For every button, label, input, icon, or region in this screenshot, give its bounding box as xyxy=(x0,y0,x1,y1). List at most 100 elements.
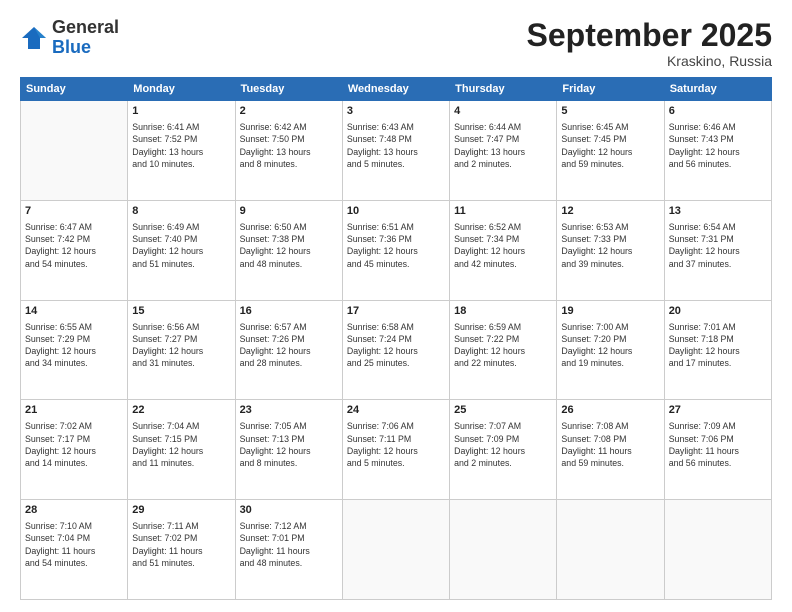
calendar-cell: 28Sunrise: 7:10 AM Sunset: 7:04 PM Dayli… xyxy=(21,500,128,600)
logo-blue-text: Blue xyxy=(52,37,91,57)
calendar-cell: 17 Sunrise: 6:58 AM Sunset: 7:24 PM Dayli… xyxy=(342,300,449,400)
calendar-cell xyxy=(450,500,557,600)
day-number: 22 xyxy=(132,403,230,418)
day-header-friday: Friday xyxy=(557,78,664,101)
calendar-cell: 21Sunrise: 7:02 AM Sunset: 7:17 PM Dayli… xyxy=(21,400,128,500)
day-info: Sunrise: 6:52 AM Sunset: 7:34 PM Dayligh… xyxy=(454,221,552,270)
calendar-cell: 24 Sunrise: 7:06 AM Sunset: 7:11 PM Dayli… xyxy=(342,400,449,500)
calendar-cell: 12 Sunrise: 6:53 AM Sunset: 7:33 PM Dayli… xyxy=(557,200,664,300)
day-info: Sunrise: 7:09 AM Sunset: 7:06 PM Dayligh… xyxy=(669,420,767,469)
logo-general-text: General xyxy=(52,17,119,37)
day-number: 18 xyxy=(454,304,552,319)
day-info: Sunrise: 7:01 AM Sunset: 7:18 PM Dayligh… xyxy=(669,321,767,370)
calendar-cell: 29 Sunrise: 7:11 AM Sunset: 7:02 PM Dayli… xyxy=(128,500,235,600)
day-info: Sunrise: 6:54 AM Sunset: 7:31 PM Dayligh… xyxy=(669,221,767,270)
calendar-cell: 25Sunrise: 7:07 AM Sunset: 7:09 PM Dayli… xyxy=(450,400,557,500)
day-number: 13 xyxy=(669,204,767,219)
day-info: Sunrise: 7:04 AM Sunset: 7:15 PM Dayligh… xyxy=(132,420,230,469)
day-info: Sunrise: 6:41 AM Sunset: 7:52 PM Dayligh… xyxy=(132,121,230,170)
day-number: 1 xyxy=(132,104,230,119)
calendar-cell: 8 Sunrise: 6:49 AM Sunset: 7:40 PM Daylig… xyxy=(128,200,235,300)
day-number: 8 xyxy=(132,204,230,219)
calendar-header-row: SundayMondayTuesdayWednesdayThursdayFrid… xyxy=(21,78,772,101)
calendar-week-row: 7 Sunrise: 6:47 AM Sunset: 7:42 PM Daylig… xyxy=(21,200,772,300)
logo: General Blue xyxy=(20,18,119,58)
calendar-cell: 23Sunrise: 7:05 AM Sunset: 7:13 PM Dayli… xyxy=(235,400,342,500)
day-info: Sunrise: 7:11 AM Sunset: 7:02 PM Dayligh… xyxy=(132,520,230,569)
calendar-cell: 15 Sunrise: 6:56 AM Sunset: 7:27 PM Dayli… xyxy=(128,300,235,400)
day-number: 24 xyxy=(347,403,445,418)
day-number: 6 xyxy=(669,104,767,119)
day-info: Sunrise: 6:59 AM Sunset: 7:22 PM Dayligh… xyxy=(454,321,552,370)
day-number: 5 xyxy=(561,104,659,119)
calendar-cell: 3 Sunrise: 6:43 AM Sunset: 7:48 PM Daylig… xyxy=(342,101,449,201)
day-header-sunday: Sunday xyxy=(21,78,128,101)
month-title: September 2025 xyxy=(527,18,772,53)
day-info: Sunrise: 6:49 AM Sunset: 7:40 PM Dayligh… xyxy=(132,221,230,270)
calendar-week-row: 1 Sunrise: 6:41 AM Sunset: 7:52 PM Daylig… xyxy=(21,101,772,201)
calendar-cell: 19 Sunrise: 7:00 AM Sunset: 7:20 PM Dayli… xyxy=(557,300,664,400)
calendar-cell xyxy=(342,500,449,600)
calendar-cell: 30 Sunrise: 7:12 AM Sunset: 7:01 PM Dayli… xyxy=(235,500,342,600)
calendar-cell: 22 Sunrise: 7:04 AM Sunset: 7:15 PM Dayli… xyxy=(128,400,235,500)
day-info: Sunrise: 6:53 AM Sunset: 7:33 PM Dayligh… xyxy=(561,221,659,270)
day-info: Sunrise: 6:47 AM Sunset: 7:42 PM Dayligh… xyxy=(25,221,123,270)
day-header-thursday: Thursday xyxy=(450,78,557,101)
calendar-cell xyxy=(557,500,664,600)
calendar-cell: 7 Sunrise: 6:47 AM Sunset: 7:42 PM Daylig… xyxy=(21,200,128,300)
calendar-cell: 27 Sunrise: 7:09 AM Sunset: 7:06 PM Dayli… xyxy=(664,400,771,500)
day-number: 25 xyxy=(454,403,552,418)
day-number: 7 xyxy=(25,204,123,219)
calendar-cell: 16Sunrise: 6:57 AM Sunset: 7:26 PM Dayli… xyxy=(235,300,342,400)
day-number: 20 xyxy=(669,304,767,319)
day-number: 30 xyxy=(240,503,338,518)
calendar-cell: 10 Sunrise: 6:51 AM Sunset: 7:36 PM Dayli… xyxy=(342,200,449,300)
calendar-week-row: 21Sunrise: 7:02 AM Sunset: 7:17 PM Dayli… xyxy=(21,400,772,500)
day-number: 12 xyxy=(561,204,659,219)
day-info: Sunrise: 6:44 AM Sunset: 7:47 PM Dayligh… xyxy=(454,121,552,170)
day-number: 21 xyxy=(25,403,123,418)
day-number: 15 xyxy=(132,304,230,319)
day-info: Sunrise: 7:08 AM Sunset: 7:08 PM Dayligh… xyxy=(561,420,659,469)
day-info: Sunrise: 6:56 AM Sunset: 7:27 PM Dayligh… xyxy=(132,321,230,370)
day-info: Sunrise: 6:45 AM Sunset: 7:45 PM Dayligh… xyxy=(561,121,659,170)
day-info: Sunrise: 7:12 AM Sunset: 7:01 PM Dayligh… xyxy=(240,520,338,569)
calendar-cell xyxy=(21,101,128,201)
day-info: Sunrise: 6:43 AM Sunset: 7:48 PM Dayligh… xyxy=(347,121,445,170)
day-number: 26 xyxy=(561,403,659,418)
day-number: 28 xyxy=(25,503,123,518)
logo-icon xyxy=(20,24,48,52)
calendar-cell: 18 Sunrise: 6:59 AM Sunset: 7:22 PM Dayli… xyxy=(450,300,557,400)
day-number: 4 xyxy=(454,104,552,119)
day-info: Sunrise: 6:51 AM Sunset: 7:36 PM Dayligh… xyxy=(347,221,445,270)
calendar-cell xyxy=(664,500,771,600)
location: Kraskino, Russia xyxy=(527,53,772,69)
day-header-tuesday: Tuesday xyxy=(235,78,342,101)
day-info: Sunrise: 6:57 AM Sunset: 7:26 PM Dayligh… xyxy=(240,321,338,370)
day-info: Sunrise: 7:00 AM Sunset: 7:20 PM Dayligh… xyxy=(561,321,659,370)
day-info: Sunrise: 6:58 AM Sunset: 7:24 PM Dayligh… xyxy=(347,321,445,370)
day-number: 27 xyxy=(669,403,767,418)
day-number: 14 xyxy=(25,304,123,319)
calendar: SundayMondayTuesdayWednesdayThursdayFrid… xyxy=(20,77,772,600)
day-number: 10 xyxy=(347,204,445,219)
day-header-wednesday: Wednesday xyxy=(342,78,449,101)
day-number: 9 xyxy=(240,204,338,219)
day-number: 2 xyxy=(240,104,338,119)
calendar-cell: 2 Sunrise: 6:42 AM Sunset: 7:50 PM Daylig… xyxy=(235,101,342,201)
calendar-cell: 14Sunrise: 6:55 AM Sunset: 7:29 PM Dayli… xyxy=(21,300,128,400)
header: General Blue September 2025 Kraskino, Ru… xyxy=(20,18,772,69)
day-info: Sunrise: 7:05 AM Sunset: 7:13 PM Dayligh… xyxy=(240,420,338,469)
day-info: Sunrise: 6:50 AM Sunset: 7:38 PM Dayligh… xyxy=(240,221,338,270)
title-block: September 2025 Kraskino, Russia xyxy=(527,18,772,69)
calendar-week-row: 14Sunrise: 6:55 AM Sunset: 7:29 PM Dayli… xyxy=(21,300,772,400)
day-number: 29 xyxy=(132,503,230,518)
day-info: Sunrise: 7:06 AM Sunset: 7:11 PM Dayligh… xyxy=(347,420,445,469)
calendar-cell: 9 Sunrise: 6:50 AM Sunset: 7:38 PM Daylig… xyxy=(235,200,342,300)
day-number: 3 xyxy=(347,104,445,119)
day-number: 17 xyxy=(347,304,445,319)
day-number: 19 xyxy=(561,304,659,319)
day-info: Sunrise: 6:42 AM Sunset: 7:50 PM Dayligh… xyxy=(240,121,338,170)
calendar-cell: 11Sunrise: 6:52 AM Sunset: 7:34 PM Dayli… xyxy=(450,200,557,300)
day-header-saturday: Saturday xyxy=(664,78,771,101)
